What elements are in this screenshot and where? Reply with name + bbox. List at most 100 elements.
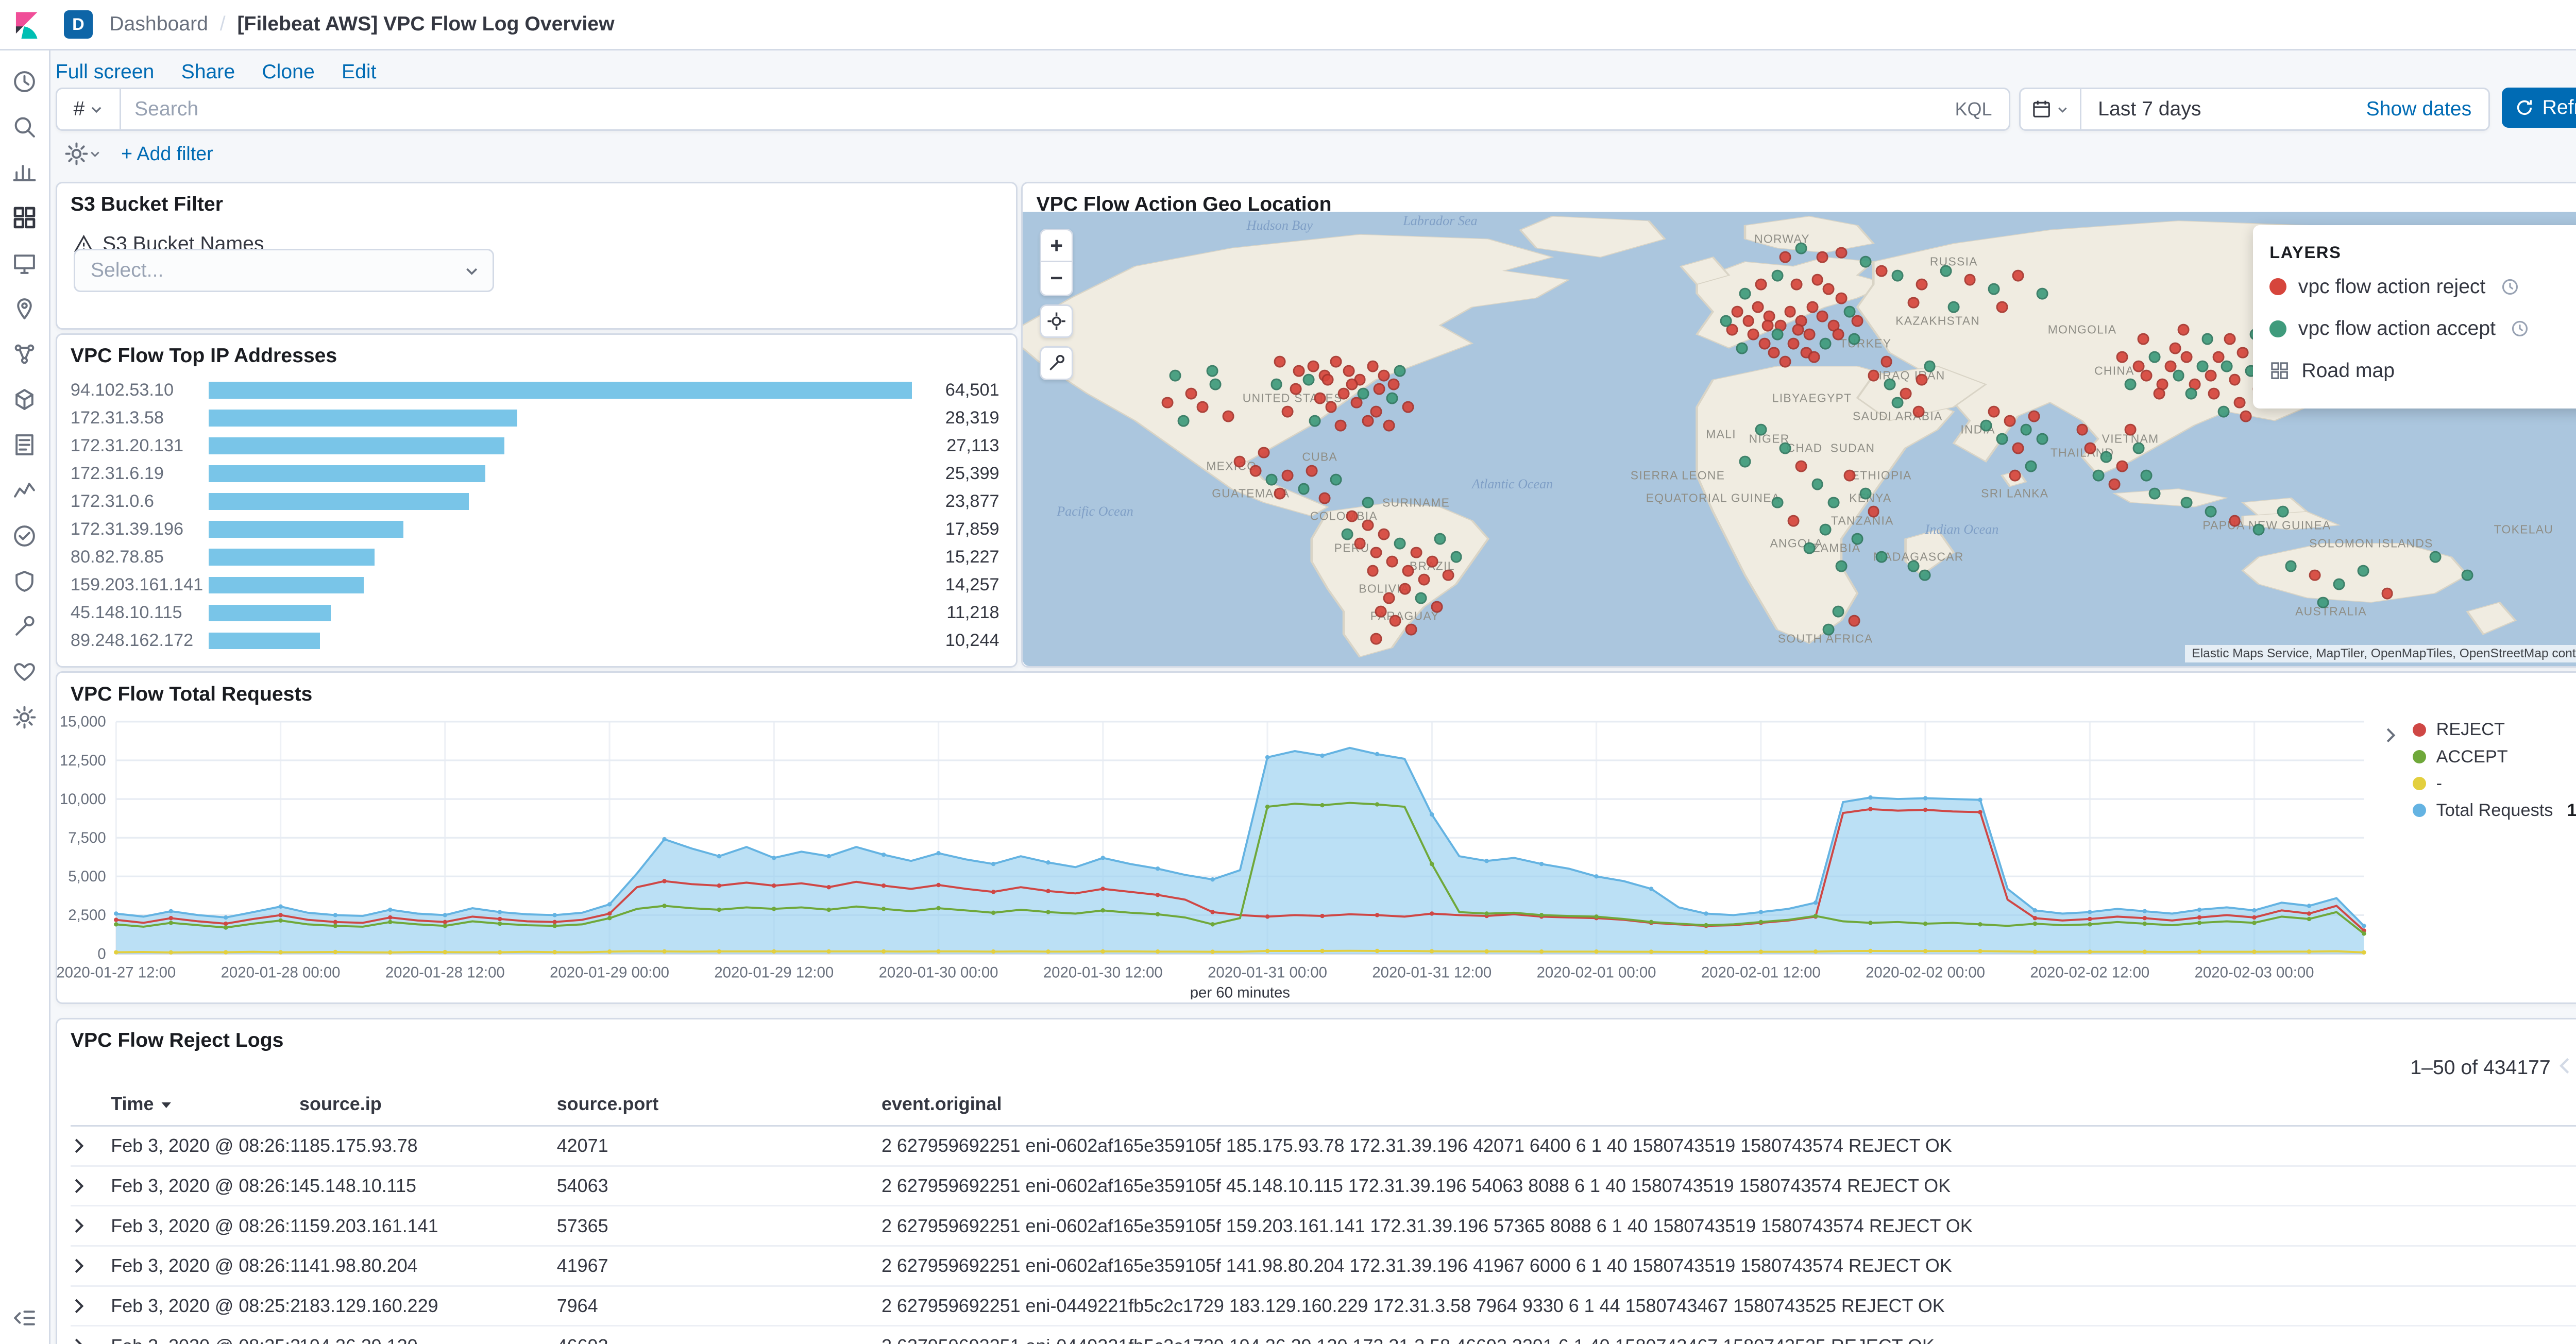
column-header-Time[interactable]: Time bbox=[111, 1086, 300, 1127]
zoom-in-icon[interactable]: + bbox=[1039, 228, 1074, 263]
layer-item-roadmap[interactable]: Road map bbox=[2269, 350, 2576, 392]
column-header-source.ip[interactable]: source.ip bbox=[299, 1086, 557, 1127]
ip-bar[interactable] bbox=[208, 576, 364, 594]
add-filter-link[interactable]: + Add filter bbox=[121, 143, 213, 165]
legend-item[interactable]: Total Requests 1,226 bbox=[2412, 800, 2576, 821]
layer-item-reject[interactable]: vpc flow action reject bbox=[2269, 266, 2576, 308]
clone-link[interactable]: Clone bbox=[262, 61, 314, 83]
ip-label: 172.31.0.6 bbox=[70, 491, 154, 512]
ip-value: 17,859 bbox=[945, 519, 999, 539]
ts-legend: REJECT863 ACCEPT253 -110 Total Requests 1,22… bbox=[2412, 720, 2576, 821]
maps-icon[interactable] bbox=[12, 296, 37, 321]
logs-body: Feb 3, 2020 @ 08:26:14.000185.175.93.784… bbox=[70, 1126, 2576, 1344]
monitoring-icon[interactable] bbox=[12, 659, 37, 685]
column-header-source.port[interactable]: source.port bbox=[556, 1086, 882, 1127]
full-screen-link[interactable]: Full screen bbox=[56, 61, 155, 83]
map-label-country: SRI LANKA bbox=[1981, 486, 2049, 500]
calendar-icon[interactable] bbox=[2021, 89, 2081, 130]
siem-icon[interactable] bbox=[12, 569, 37, 594]
kibana-logo[interactable] bbox=[0, 0, 54, 49]
ip-bar[interactable] bbox=[208, 521, 403, 538]
map-controls: + − bbox=[1039, 228, 1074, 380]
ip-label: 172.31.20.131 bbox=[70, 436, 184, 456]
map-dot-reject bbox=[2012, 269, 2024, 282]
map-dot-reject bbox=[1383, 419, 1395, 432]
legend-label: Total Requests bbox=[2436, 800, 2553, 820]
apm-icon[interactable] bbox=[12, 478, 37, 503]
expand-row-icon[interactable] bbox=[70, 1166, 111, 1207]
previous-page-icon[interactable] bbox=[2552, 1053, 2576, 1078]
ip-bar-row: 172.31.6.19 25,399 bbox=[71, 462, 999, 486]
ip-value: 64,501 bbox=[945, 380, 999, 400]
recent-icon[interactable] bbox=[12, 69, 37, 94]
collapse-nav-icon[interactable] bbox=[12, 1305, 37, 1331]
dashboard-icon[interactable] bbox=[12, 205, 37, 230]
map-tools-icon[interactable] bbox=[1039, 346, 1074, 380]
space-badge[interactable]: D bbox=[64, 10, 93, 39]
search-input[interactable] bbox=[121, 98, 1938, 121]
visualize-icon[interactable] bbox=[12, 160, 37, 185]
legend-item[interactable]: REJECT863 bbox=[2412, 720, 2576, 740]
pagination-label: 1–50 of 434177 bbox=[2410, 1056, 2551, 1079]
breadcrumb-dashboard[interactable]: Dashboard bbox=[109, 13, 208, 36]
map-dot-accept bbox=[1362, 497, 1374, 508]
world-map[interactable]: Hudson Bay Labrador Sea Pacific Ocean Atlan… bbox=[1023, 212, 2576, 666]
s3-bucket-select[interactable]: Select... bbox=[74, 249, 495, 293]
expand-row-icon[interactable] bbox=[70, 1205, 111, 1247]
log-row: Feb 3, 2020 @ 08:26:14.000159.203.161.14… bbox=[70, 1205, 2576, 1247]
saved-query-menu-button[interactable]: # bbox=[57, 89, 121, 130]
canvas-icon[interactable] bbox=[12, 251, 37, 276]
column-header-event.original[interactable]: event.original bbox=[881, 1086, 2576, 1127]
ip-bar-row: 172.31.0.6 23,877 bbox=[71, 490, 999, 514]
map-dot-accept bbox=[2185, 387, 2197, 400]
share-link[interactable]: Share bbox=[181, 61, 235, 83]
kql-label[interactable]: KQL bbox=[1938, 98, 2009, 120]
map-dot-accept bbox=[1819, 337, 1832, 350]
uptime-icon[interactable] bbox=[12, 523, 37, 549]
metrics-icon[interactable] bbox=[12, 387, 37, 412]
zoom-out-icon[interactable]: − bbox=[1039, 262, 1074, 296]
fit-bounds-icon[interactable] bbox=[1039, 304, 1074, 338]
ip-bar[interactable] bbox=[208, 604, 331, 622]
ip-bar[interactable] bbox=[208, 632, 320, 650]
show-dates-link[interactable]: Show dates bbox=[2366, 98, 2488, 121]
query-bar: # KQL bbox=[55, 87, 2011, 131]
map-dot-accept bbox=[2201, 333, 2214, 345]
map-dot-accept bbox=[1924, 360, 1936, 372]
management-icon[interactable] bbox=[12, 705, 37, 730]
expand-row-icon[interactable] bbox=[70, 1246, 111, 1287]
ip-bar[interactable] bbox=[208, 437, 504, 454]
dev-tools-icon[interactable] bbox=[12, 614, 37, 639]
edit-link[interactable]: Edit bbox=[342, 61, 377, 83]
ip-bar[interactable] bbox=[208, 382, 912, 399]
ip-bar[interactable] bbox=[208, 493, 469, 510]
refresh-button[interactable]: Refresh bbox=[2502, 87, 2576, 128]
map-dot-accept bbox=[1771, 497, 1784, 508]
map-label-country: AUSTRALIA bbox=[2295, 604, 2367, 618]
expand-row-icon[interactable] bbox=[70, 1126, 111, 1167]
map-label-country: ETHIOPIA bbox=[1851, 468, 1912, 482]
map-dot-reject bbox=[1426, 555, 1438, 568]
collapse-layers-icon[interactable] bbox=[2571, 239, 2576, 265]
machine-learning-icon[interactable] bbox=[12, 342, 37, 367]
map-dot-reject bbox=[1378, 528, 1390, 540]
discover-icon[interactable] bbox=[12, 114, 37, 140]
ip-bar[interactable] bbox=[208, 410, 518, 427]
ip-bar[interactable] bbox=[208, 549, 375, 566]
legend-item[interactable]: -110 bbox=[2412, 774, 2576, 794]
legend-label: ACCEPT bbox=[2436, 746, 2508, 767]
expand-row-icon[interactable] bbox=[70, 1325, 111, 1344]
svg-text:2020-01-31 00:00: 2020-01-31 00:00 bbox=[1208, 964, 1327, 981]
legend-collapse-icon[interactable] bbox=[2379, 723, 2403, 747]
legend-item[interactable]: ACCEPT253 bbox=[2412, 746, 2576, 767]
ip-bar[interactable] bbox=[208, 465, 486, 482]
log-cell: 54063 bbox=[556, 1166, 882, 1207]
map-dot-reject bbox=[1832, 328, 1844, 341]
logs-icon[interactable] bbox=[12, 432, 37, 457]
filter-options-gear-icon[interactable] bbox=[61, 138, 105, 170]
layer-item-accept[interactable]: vpc flow action accept bbox=[2269, 308, 2576, 350]
map-dot-reject bbox=[2177, 324, 2190, 336]
time-range-label[interactable]: Last 7 days bbox=[2081, 98, 2201, 121]
expand-row-icon[interactable] bbox=[70, 1286, 111, 1327]
panel-geo-location: VPC Flow Action Geo Location Hudson Bay … bbox=[1021, 181, 2576, 668]
